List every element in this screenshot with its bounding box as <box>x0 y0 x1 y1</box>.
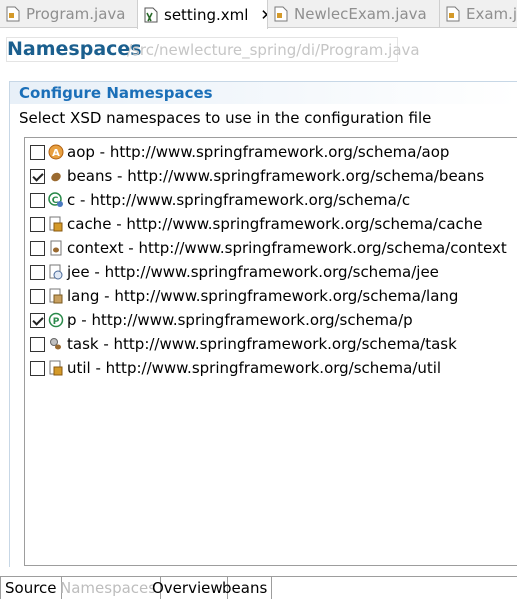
namespace-checkbox[interactable] <box>30 192 45 208</box>
tab-label: NewlecExam.java <box>294 5 427 23</box>
configure-namespaces-section: Configure Namespaces Select XSD namespac… <box>9 81 517 567</box>
xml-file-icon <box>144 7 158 22</box>
namespace-row-lang[interactable]: lang - http://www.springframework.org/sc… <box>30 285 458 307</box>
namespace-row-jee[interactable]: jee - http://www.springframework.org/sch… <box>30 261 439 283</box>
aop-icon: A <box>48 144 64 160</box>
java-file-icon <box>6 6 20 22</box>
tab-program-java[interactable]: Program.java <box>0 0 138 28</box>
namespace-label: cache - http://www.springframework.org/s… <box>67 215 483 233</box>
tab-overview[interactable]: Overview <box>148 577 228 599</box>
context-icon <box>50 240 62 256</box>
tab-label: Program.java <box>26 5 126 23</box>
section-header: Configure Namespaces <box>10 82 517 104</box>
svg-text:P: P <box>53 317 60 327</box>
form-header: Namespaces /src/newlecture_spring/di/Pro… <box>0 29 517 73</box>
namespace-row-task[interactable]: task - http://www.springframework.org/sc… <box>30 333 457 355</box>
namespace-label: jee - http://www.springframework.org/sch… <box>67 263 439 281</box>
namespace-label: context - http://www.springframework.org… <box>67 239 507 257</box>
tab-newlecexam-java[interactable]: NewlecExam.java <box>268 0 440 28</box>
file-path: /src/newlecture_spring/di/Program.java <box>127 41 420 59</box>
tab-setting-xml[interactable]: setting.xml ✕ <box>137 0 268 29</box>
jee-icon <box>49 264 63 280</box>
namespace-row-cache[interactable]: cache - http://www.springframework.org/s… <box>30 213 483 235</box>
lang-icon <box>49 288 63 304</box>
namespace-checkbox[interactable] <box>30 264 45 280</box>
tab-source[interactable]: Source <box>0 577 62 599</box>
cache-icon <box>49 216 63 232</box>
namespace-row-beans[interactable]: beans - http://www.springframework.org/s… <box>30 165 484 187</box>
beans-icon <box>51 172 61 182</box>
namespace-label: lang - http://www.springframework.org/sc… <box>67 287 459 305</box>
java-file-icon <box>274 6 288 22</box>
namespace-label: beans - http://www.springframework.org/s… <box>67 167 485 185</box>
svg-text:A: A <box>52 148 60 159</box>
section-description: Select XSD namespaces to use in the conf… <box>19 109 432 127</box>
task-icon <box>50 338 61 350</box>
page-title: Namespaces <box>7 38 142 60</box>
namespace-row-util[interactable]: util - http://www.springframework.org/sc… <box>30 357 441 379</box>
namespace-checkbox[interactable] <box>30 336 45 352</box>
namespace-checkbox[interactable] <box>30 360 45 376</box>
c-namespace-icon: C <box>48 192 63 207</box>
p-namespace-icon: P <box>48 312 64 328</box>
namespace-checkbox[interactable] <box>30 288 45 304</box>
namespace-label: aop - http://www.springframework.org/sch… <box>67 143 450 161</box>
namespace-label: task - http://www.springframework.org/sc… <box>67 335 457 353</box>
namespace-row-c[interactable]: C c - http://www.springframework.org/sch… <box>30 189 410 211</box>
namespace-row-aop[interactable]: A aop - http://www.springframework.org/s… <box>30 141 449 163</box>
namespace-checkbox[interactable] <box>30 144 45 160</box>
namespace-checkbox[interactable] <box>30 240 45 256</box>
namespace-checkbox[interactable] <box>30 216 45 232</box>
namespace-row-p[interactable]: P p - http://www.springframework.org/sch… <box>30 309 413 331</box>
util-icon <box>49 360 63 376</box>
tab-namespaces[interactable]: Namespaces <box>56 577 162 599</box>
tab-exam-java[interactable]: Exam.java <box>440 0 517 28</box>
tab-label: Exam.java <box>466 5 517 23</box>
namespace-list[interactable]: A aop - http://www.springframework.org/s… <box>24 137 517 566</box>
tab-label: setting.xml <box>164 5 249 24</box>
java-file-icon <box>446 6 460 22</box>
namespace-row-context[interactable]: context - http://www.springframework.org… <box>30 237 507 259</box>
namespace-label: p - http://www.springframework.org/schem… <box>67 311 413 329</box>
namespace-label: c - http://www.springframework.org/schem… <box>67 191 411 209</box>
editor-tab-bar: Program.java setting.xml ✕ NewlecExam.ja… <box>0 0 517 29</box>
editor-page-tabs: Source Namespaces Overview beans <box>0 576 517 599</box>
tab-beans[interactable]: beans <box>218 577 273 599</box>
close-icon[interactable]: ✕ <box>260 6 267 24</box>
namespace-label: util - http://www.springframework.org/sc… <box>67 359 442 377</box>
section-title: Configure Namespaces <box>19 84 213 102</box>
namespace-checkbox[interactable] <box>30 168 45 184</box>
namespace-checkbox[interactable] <box>30 312 45 328</box>
